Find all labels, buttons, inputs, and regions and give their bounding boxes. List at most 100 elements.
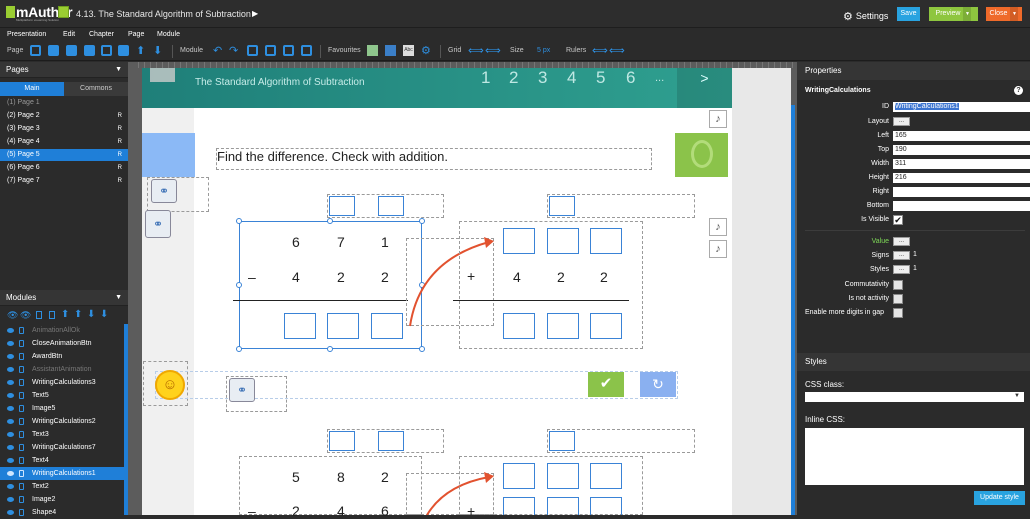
page-item[interactable]: (3) Page 3 R	[0, 123, 128, 135]
favourite-text-icon[interactable]: Abc	[403, 45, 414, 56]
check-button[interactable]: ✔	[588, 372, 624, 397]
grid-show-icon[interactable]: ⟺	[468, 44, 484, 57]
answer-gap[interactable]	[549, 196, 575, 216]
value-button[interactable]: ...	[893, 237, 910, 246]
blue-block-image[interactable]	[142, 133, 195, 177]
move-down-icon[interactable]: ⬇	[87, 309, 95, 320]
page-item-selected[interactable]: (5) Page 5 R	[0, 149, 128, 161]
module-item[interactable]: WritingCalculations3	[0, 376, 128, 389]
page-template-icon[interactable]	[101, 45, 112, 56]
reset-button[interactable]: ↻	[640, 372, 676, 397]
lock-icon[interactable]	[19, 418, 24, 425]
page-nav-number[interactable]: 2	[509, 68, 518, 88]
eye-icon[interactable]	[7, 471, 14, 476]
lock-icon[interactable]	[19, 444, 24, 451]
answer-gap[interactable]	[590, 228, 622, 254]
page-nav-number[interactable]: 4	[567, 68, 576, 88]
move-bottom-icon[interactable]: ⬇	[100, 309, 108, 320]
save-button[interactable]: Save	[897, 7, 920, 21]
writing-calculations-box[interactable]	[239, 456, 422, 515]
lock-icon[interactable]	[19, 379, 24, 386]
page-item[interactable]: (1) Page 1	[0, 97, 128, 109]
sound-icon[interactable]: ♪	[709, 240, 727, 258]
add-page-icon[interactable]	[30, 45, 41, 56]
css-class-select[interactable]: ▼	[805, 392, 1024, 402]
favourites-gear-icon[interactable]: ⚙	[421, 44, 431, 57]
update-style-button[interactable]: Update style	[974, 491, 1025, 505]
pages-panel-header[interactable]: Pages ▼	[0, 62, 128, 78]
align-icon[interactable]	[247, 45, 258, 56]
module-item[interactable]: AnimationAllOk	[0, 324, 128, 337]
show-all-icon[interactable]: 👁	[7, 310, 18, 321]
id-field[interactable]: WritingCalculations1	[893, 102, 1030, 112]
answer-gap[interactable]	[327, 313, 359, 339]
settings-button[interactable]: ⚙ Settings	[843, 9, 888, 23]
eye-icon[interactable]	[7, 393, 14, 398]
menu-chapter[interactable]: Chapter	[89, 31, 114, 38]
page-nav-number[interactable]: 3	[538, 68, 547, 88]
styles-button[interactable]: ...	[893, 265, 910, 274]
help-icon[interactable]: ?	[1014, 86, 1023, 95]
tab-commons[interactable]: Commons	[64, 82, 128, 96]
page-item[interactable]: (4) Page 4 R	[0, 136, 128, 148]
eye-icon[interactable]	[7, 354, 14, 359]
eye-icon[interactable]	[7, 380, 14, 385]
lock-icon[interactable]	[19, 327, 24, 334]
resize-handle[interactable]	[236, 218, 242, 224]
module-item[interactable]: AssistantAnimation	[0, 363, 128, 376]
close-button[interactable]: Close ▼	[986, 7, 1022, 21]
menu-module[interactable]: Module	[157, 31, 180, 38]
distribute-icon[interactable]	[265, 45, 276, 56]
module-item[interactable]: Text5	[0, 389, 128, 402]
module-item-selected[interactable]: WritingCalculations1	[0, 467, 128, 480]
group-icon[interactable]	[283, 45, 294, 56]
is-visible-checkbox[interactable]: ✔	[893, 215, 903, 225]
answer-gap[interactable]	[547, 228, 579, 254]
commutativity-checkbox[interactable]	[893, 280, 903, 290]
eye-icon[interactable]	[7, 484, 14, 489]
move-up-icon[interactable]: ⬆	[74, 309, 82, 320]
page-nav-number[interactable]: 6	[626, 68, 635, 88]
resize-handle[interactable]	[327, 346, 333, 352]
mauthor-logo[interactable]: mAuthor Multiplatform eLearning Solution	[6, 4, 73, 22]
answer-gap[interactable]	[503, 228, 535, 254]
page-item[interactable]: (7) Page 7 R	[0, 175, 128, 187]
more-digits-checkbox[interactable]	[893, 308, 903, 318]
module-item[interactable]: Text3	[0, 428, 128, 441]
module-item[interactable]: CloseAnimationBtn	[0, 337, 128, 350]
answer-gap[interactable]	[503, 463, 535, 489]
eye-icon[interactable]	[7, 341, 14, 346]
chevron-down-icon[interactable]: ▼	[115, 290, 122, 306]
eye-icon[interactable]	[7, 419, 14, 424]
page-nav-number[interactable]: 1	[481, 68, 490, 88]
not-activity-checkbox[interactable]	[893, 294, 903, 304]
width-field[interactable]: 311	[893, 159, 1030, 169]
eye-icon[interactable]	[7, 510, 14, 515]
answer-gap[interactable]	[547, 463, 579, 489]
lock-icon[interactable]	[19, 366, 24, 373]
grid-size-value[interactable]: 5 px	[537, 47, 550, 54]
eye-icon[interactable]	[7, 458, 14, 463]
lock-icon[interactable]	[19, 431, 24, 438]
resize-handle[interactable]	[419, 346, 425, 352]
arrow-up-icon[interactable]: ⬆	[136, 44, 145, 57]
page-nav-number[interactable]: 5	[596, 68, 605, 88]
chevron-down-icon[interactable]: ▼	[115, 62, 122, 78]
eye-icon[interactable]	[7, 328, 14, 333]
eye-icon[interactable]	[7, 432, 14, 437]
answer-gap[interactable]	[547, 313, 579, 339]
undo-icon[interactable]: ↶	[213, 44, 222, 57]
redo-icon[interactable]: ↷	[229, 44, 238, 57]
page-item[interactable]: (6) Page 6 R	[0, 162, 128, 174]
favourite-link-icon[interactable]	[385, 45, 396, 56]
answer-gap[interactable]	[378, 196, 404, 216]
answer-gap[interactable]	[284, 313, 316, 339]
lock-icon[interactable]	[19, 392, 24, 399]
module-item[interactable]: AwardBtn	[0, 350, 128, 363]
title-play-icon[interactable]: ▶	[252, 9, 258, 18]
answer-gap[interactable]	[378, 431, 404, 451]
eye-icon[interactable]	[7, 497, 14, 502]
answer-gap[interactable]	[329, 196, 355, 216]
page-group-icon[interactable]	[84, 45, 95, 56]
move-top-icon[interactable]: ⬆	[61, 309, 69, 320]
